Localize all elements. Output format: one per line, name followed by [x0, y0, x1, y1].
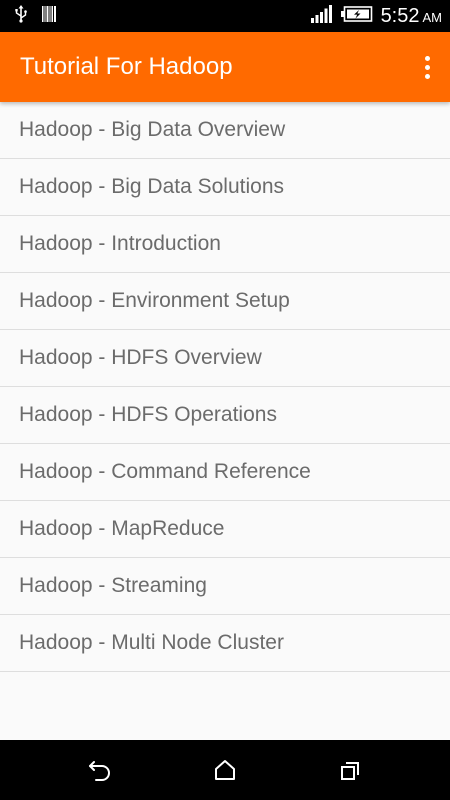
usb-icon: [14, 5, 28, 27]
list-item-label: Hadoop - Command Reference: [19, 460, 311, 483]
list-item[interactable]: Hadoop - Command Reference: [0, 444, 450, 501]
home-icon[interactable]: [212, 758, 238, 782]
list-item-label: Hadoop - Streaming: [19, 574, 207, 597]
list-item[interactable]: Hadoop - Big Data Solutions: [0, 159, 450, 216]
list-item[interactable]: Hadoop - MapReduce: [0, 501, 450, 558]
navigation-bar: [0, 740, 450, 800]
list-item[interactable]: Hadoop - HDFS Operations: [0, 387, 450, 444]
recents-icon[interactable]: [337, 758, 363, 782]
list-item-label: Hadoop - Multi Node Cluster: [19, 631, 284, 654]
list-item-label: Hadoop - Big Data Overview: [19, 118, 286, 141]
list-item[interactable]: Hadoop - Big Data Overview: [0, 102, 450, 159]
list-item[interactable]: Hadoop - Environment Setup: [0, 273, 450, 330]
status-left: [14, 5, 56, 27]
list-item-label: Hadoop - MapReduce: [19, 517, 225, 540]
list-item-label: Hadoop - Introduction: [19, 232, 221, 255]
list-item[interactable]: Hadoop - HDFS Overview: [0, 330, 450, 387]
list-item[interactable]: Hadoop - Streaming: [0, 558, 450, 615]
app-bar: Tutorial For Hadoop: [0, 32, 450, 102]
list-item-label: Hadoop - Environment Setup: [19, 289, 290, 312]
clock-ampm: AM: [422, 9, 443, 25]
list-item-label: Hadoop - Big Data Solutions: [19, 175, 284, 198]
overflow-dot: [424, 55, 430, 61]
list-item[interactable]: Hadoop - Multi Node Cluster: [0, 615, 450, 672]
signal-icon: [310, 5, 333, 27]
topic-list: Hadoop - Big Data Overview Hadoop - Big …: [0, 102, 450, 672]
screen: 5:52 AM Tutorial For Hadoop Hadoop - Big…: [0, 0, 450, 800]
list-item-label: Hadoop - HDFS Overview: [19, 346, 262, 369]
back-icon[interactable]: [87, 758, 113, 782]
overflow-dot: [424, 64, 430, 70]
battery-charging-icon: [340, 6, 373, 26]
list-item-label: Hadoop - HDFS Operations: [19, 403, 277, 426]
clock-time: 5:52: [380, 4, 420, 27]
barcode-icon: [42, 6, 56, 26]
list-item[interactable]: Hadoop - Introduction: [0, 216, 450, 273]
overflow-dot: [424, 73, 430, 79]
status-right: 5:52 AM: [310, 0, 442, 32]
app-title: Tutorial For Hadoop: [20, 53, 233, 80]
overflow-menu-icon[interactable]: [418, 49, 436, 85]
status-bar: 5:52 AM: [0, 0, 450, 32]
clock: 5:52 AM: [381, 5, 442, 28]
